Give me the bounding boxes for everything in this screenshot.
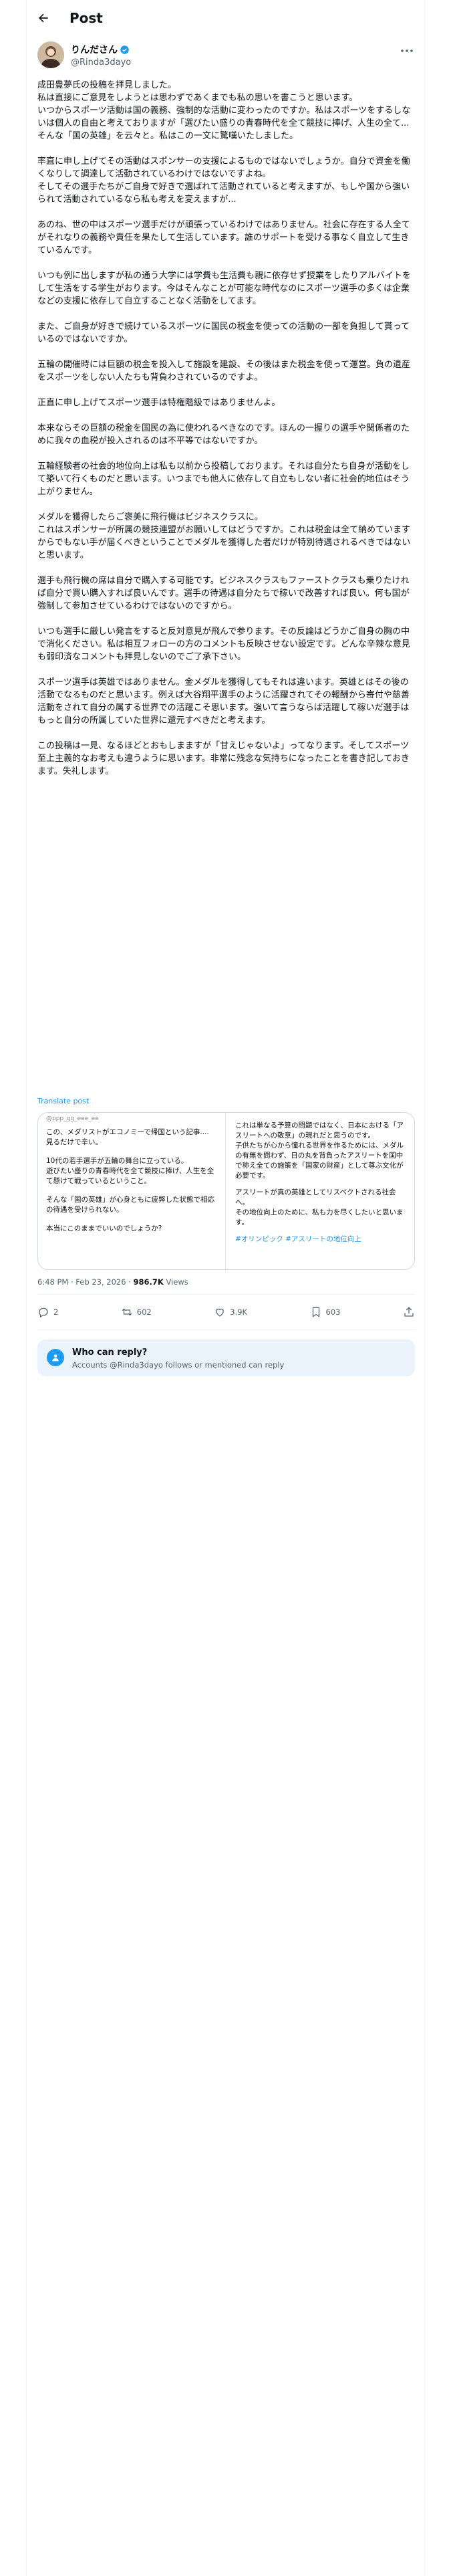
quoted-text-left: この、メダリストがエコノミーで帰国という記事.... 見るだけで辛い。 10代の…: [46, 1128, 217, 1243]
post-paragraph: 正直に申し上げてスポーツ選手は特権階級ではありませんよ。: [37, 398, 281, 408]
quoted-screenshot-right: これは単なる予算の問題ではなく、日本における「アスリートへの敬意」の現れだと思う…: [226, 1113, 414, 1269]
repost-icon: [122, 1308, 132, 1316]
quoted-paragraph: 10代の若手選手が五輪の舞台に立っている。 遊びたい盛りの青春時代を全て競技に捧…: [46, 1157, 214, 1185]
page-title: Post: [69, 9, 103, 26]
bookmark-icon: [312, 1307, 319, 1318]
heart-icon: [216, 1308, 224, 1317]
share-icon: [404, 1307, 414, 1317]
like-button[interactable]: 3.9K: [214, 1306, 247, 1318]
post-paragraph: スポーツ選手は英雄ではありません。金メダルを獲得してもそれは違います。英雄とはそ…: [37, 677, 410, 726]
post-paragraph: いつも例に出しますが私の通う大学には学費も生活費も親に依存せず授業をしたりアルバ…: [37, 271, 411, 306]
quoted-paragraph: そんな「国の英雄」が心身ともに疲弊した状態で相応の待遇を受けられない。: [46, 1196, 214, 1214]
display-name: りんださん: [71, 45, 118, 56]
handle[interactable]: @Rinda3dayo: [71, 58, 131, 68]
attached-image-card[interactable]: @ppp_gg_eee_ee この、メダリストがエコノミーで帰国という記事...…: [37, 1112, 415, 1270]
reply-icon: [39, 1307, 48, 1318]
post-body: 成田豊夢氏の投稿を拝見しました。 私は直接にご意見をしようとは思わずであくまでも…: [37, 79, 413, 790]
bookmark-count: 603: [325, 1307, 341, 1317]
display-name-row[interactable]: りんださん: [71, 43, 131, 56]
arrow-left-icon: [38, 13, 48, 22]
post-meta: 6:48 PM · Feb 23, 2026 · 986.7K Views: [37, 1277, 188, 1287]
more-options-button[interactable]: [399, 44, 415, 58]
view-count: 986.7K: [133, 1277, 164, 1287]
quoted-text-right: これは単なる予算の問題ではなく、日本における「アスリートへの敬意」の現れだと思う…: [235, 1121, 408, 1251]
like-count: 3.9K: [230, 1307, 248, 1317]
quoted-handle: @ppp_gg_eee_ee: [46, 1115, 99, 1122]
reply-count: 2: [53, 1307, 59, 1317]
post-paragraph: 五輪経験者の社会的地位向上は私も以前から投稿しております。それは自分たち自身が活…: [37, 461, 410, 497]
repost-button[interactable]: 602: [121, 1306, 152, 1318]
divider: [37, 1329, 415, 1330]
post-paragraph: また、ご自身が好きで続けているスポーツに国民の税金を使っての活動の一部を負担して…: [37, 322, 410, 344]
author-row: りんださん @Rinda3dayo: [37, 41, 415, 71]
post-paragraph: 成田豊夢氏の投稿を拝見しました。 私は直接にご意見をしようとは思わずであくまでも…: [37, 80, 411, 141]
top-bar: Post: [27, 0, 424, 35]
who-can-reply-title: Who can reply?: [72, 1348, 148, 1358]
main-column: Post りんださん @Rinda3dayo 成田豊夢氏の投稿を拝見しました。 …: [26, 0, 425, 2576]
action-bar: 2 602 3.9K 603: [37, 1299, 415, 1325]
at-sign-icon: [47, 1349, 64, 1366]
post-paragraph: この投稿は一見、なるほどとおもしまますが「甘えじゃないよ」ってなります。そしてス…: [37, 741, 410, 776]
post-paragraph: 本来ならその巨額の税金を国民の為に使われるべきなのです。ほんの一握りの選手や関係…: [37, 423, 410, 446]
post-paragraph: 五輪の開催時には巨額の税金を投入して施設を建設、その後はまた税金を使って運営。負…: [37, 360, 410, 383]
more-dots-icon: [401, 49, 413, 52]
bookmark-button[interactable]: 603: [310, 1306, 341, 1318]
avatar[interactable]: [37, 41, 64, 68]
quoted-paragraph: 本当にこのままでいいのでしょうか?: [46, 1224, 162, 1232]
post-paragraph: あのね、世の中はスポーツ選手だけが頑張っているわけではありません。社会に存在する…: [37, 220, 410, 255]
post-paragraph: いつも選手に厳しい発言をすると反対意見が飛んで参ります。その反論はどうかご自身の…: [37, 627, 410, 662]
who-can-reply-subtitle: Accounts @Rinda3dayo follows or mentione…: [72, 1360, 285, 1370]
repost-count: 602: [136, 1307, 152, 1317]
verified-badge-icon: [120, 45, 129, 54]
quoted-paragraph: アスリートが真の英雄としてリスペクトされる社会へ。 その地位向上のために、私も力…: [235, 1188, 404, 1226]
post-paragraph: 率直に申し上げてその活動はスポンサーの支援によるものではないでしょうか。自分で資…: [37, 156, 410, 205]
avatar-image: [37, 41, 64, 68]
back-button[interactable]: [32, 7, 55, 29]
post-time[interactable]: 6:48 PM · Feb 23, 2026: [37, 1277, 126, 1287]
reply-button[interactable]: 2: [37, 1306, 58, 1318]
translate-post-link[interactable]: Translate post: [37, 1097, 89, 1105]
quoted-paragraph: この、メダリストがエコノミーで帰国という記事.... 見るだけで辛い。: [46, 1128, 209, 1146]
share-button[interactable]: [403, 1306, 415, 1318]
quoted-hashtags: #オリンピック #アスリートの地位向上: [235, 1235, 361, 1243]
view-label: Views: [166, 1277, 188, 1287]
quoted-screenshot-left: @ppp_gg_eee_ee この、メダリストがエコノミーで帰国という記事...…: [38, 1113, 226, 1269]
quoted-paragraph: これは単なる予算の問題ではなく、日本における「アスリートへの敬意」の現れだと思う…: [235, 1121, 404, 1180]
name-block: りんださん @Rinda3dayo: [71, 43, 131, 68]
divider: [37, 1294, 415, 1295]
who-can-reply-box: Who can reply? Accounts @Rinda3dayo foll…: [37, 1339, 415, 1376]
post-paragraph: メダルを獲得したらご褒美に飛行機はビジネスクラスに。 これはスポンサーが所属の競…: [37, 512, 411, 560]
post-paragraph: 選手も飛行機の席は自分で購入する可能です。ビジネスクラスもファーストクラスも乗り…: [37, 576, 410, 611]
